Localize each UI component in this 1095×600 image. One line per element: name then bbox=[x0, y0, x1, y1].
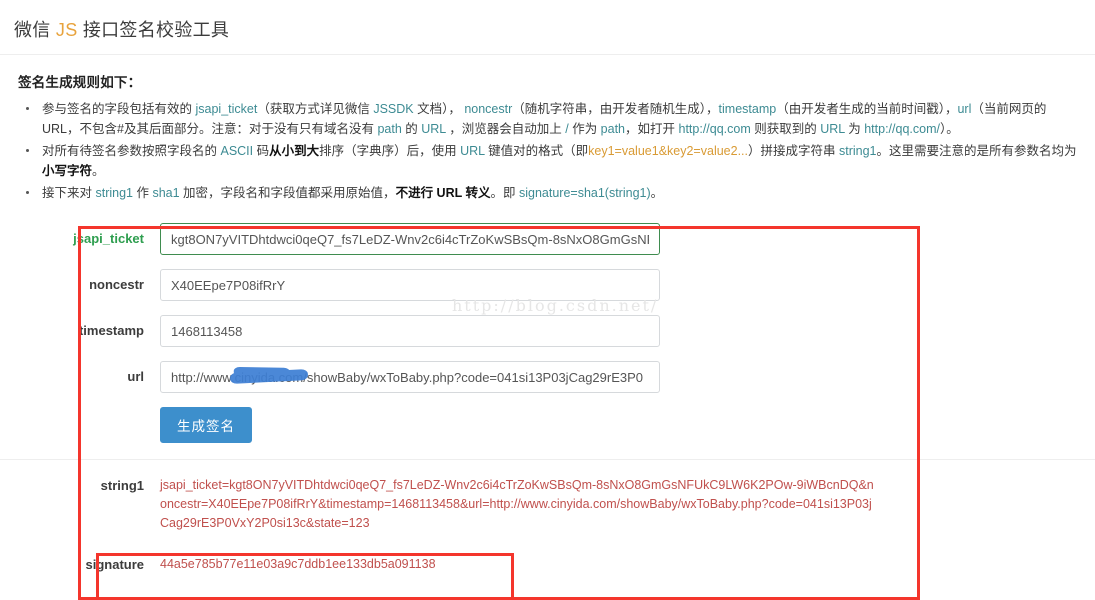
page-title-suffix: 接口签名校验工具 bbox=[77, 20, 230, 40]
string1-row: string1 jsapi_ticket=kgt8ON7yVITDhtdwci0… bbox=[0, 476, 1095, 533]
rule-text-segment: path bbox=[600, 122, 626, 136]
rule-text-segment: ，浏览器会自动加上 bbox=[445, 122, 566, 136]
rule-text-segment: 加密，字段名和字段值都采用原始值， bbox=[179, 186, 396, 200]
rule-text-segment: jsapi_ticket bbox=[195, 102, 258, 116]
field-wrapper-timestamp bbox=[160, 315, 660, 347]
rule-text-segment: 。这里需要注意的是所有参数名均为 bbox=[876, 144, 1077, 158]
rule-text-segment: 排序（字典序）后，使用 bbox=[319, 144, 461, 158]
rule-text-segment: （获取方式详见微信 bbox=[257, 102, 374, 116]
rule-text-segment: ）。 bbox=[939, 122, 959, 136]
rule-text-segment: （由开发者生成的当前时间戳）， bbox=[776, 102, 958, 116]
rule-text-segment: key1=value1&key2=value2... bbox=[588, 144, 748, 158]
rule-text-segment: URL bbox=[421, 122, 446, 136]
form-row-timestamp: timestamp bbox=[0, 315, 1095, 347]
rule-item: 参与签名的字段包括有效的 jsapi_ticket（获取方式详见微信 JSSDK… bbox=[26, 99, 1083, 139]
rule-text-segment: sha1 bbox=[152, 186, 180, 200]
rule-text-segment: （随机字符串，由开发者随机生成）， bbox=[512, 102, 719, 116]
form-row-jsapi_ticket: jsapi_ticket bbox=[0, 223, 1095, 255]
control-noncestr bbox=[160, 269, 660, 301]
rule-text-segment: ，如打开 bbox=[625, 122, 679, 136]
control-timestamp bbox=[160, 315, 660, 347]
page-header: 微信 JS 接口签名校验工具 bbox=[0, 0, 1095, 55]
rule-text-segment: JSSDK bbox=[373, 102, 414, 116]
submit-control: 生成签名 bbox=[160, 407, 660, 443]
rule-text-segment: 则获取到的 bbox=[750, 122, 821, 136]
field-wrapper-jsapi_ticket bbox=[160, 223, 660, 255]
form-row-noncestr: noncestr bbox=[0, 269, 1095, 301]
rule-text-segment: http://qq.com/ bbox=[864, 122, 940, 136]
rule-text-segment: 码 bbox=[253, 144, 270, 158]
control-jsapi_ticket bbox=[160, 223, 660, 255]
rule-text-segment: http://qq.com bbox=[678, 122, 751, 136]
input-noncestr[interactable] bbox=[160, 269, 660, 301]
string1-label: string1 bbox=[100, 478, 144, 493]
rule-text-segment: 参与签名的字段包括有效的 bbox=[42, 102, 196, 116]
label-noncestr: noncestr bbox=[89, 277, 144, 292]
input-url[interactable] bbox=[160, 361, 660, 393]
string1-value: jsapi_ticket=kgt8ON7yVITDhtdwci0qeQ7_fs7… bbox=[160, 478, 874, 530]
form-row-url: url bbox=[0, 361, 1095, 393]
rule-text-segment: 。 bbox=[650, 186, 664, 200]
label-url: url bbox=[127, 369, 144, 384]
rule-text-segment: 键值对的格式（即 bbox=[484, 144, 589, 158]
rule-text-segment: 作 bbox=[133, 186, 153, 200]
signature-row: signature 44a5e785b77e11e03a9c7ddb1ee133… bbox=[0, 555, 1095, 574]
submit-row: 生成签名 bbox=[0, 407, 1095, 443]
rule-text-segment: URL bbox=[820, 122, 845, 136]
rule-text-segment: URL bbox=[460, 144, 485, 158]
page-title: 微信 JS 接口签名校验工具 bbox=[14, 18, 1095, 42]
rule-text-segment: 为 bbox=[844, 122, 865, 136]
rule-text-segment: 的 bbox=[401, 122, 422, 136]
label-jsapi_ticket: jsapi_ticket bbox=[73, 231, 144, 246]
rule-text-segment: 从小到大 bbox=[269, 144, 320, 158]
rule-text-segment: noncestr bbox=[464, 102, 513, 116]
rule-item: 对所有待签名参数按照字段名的 ASCII 码从小到大排序（字典序）后，使用 UR… bbox=[26, 141, 1083, 181]
label-timestamp: timestamp bbox=[78, 323, 144, 338]
field-wrapper-noncestr bbox=[160, 269, 660, 301]
rule-text-segment: 不进行 URL 转义 bbox=[395, 186, 491, 200]
rule-text-segment: 文档）， bbox=[413, 102, 465, 116]
rule-text-segment: 对所有待签名参数按照字段名的 bbox=[42, 144, 221, 158]
rule-text-segment: path bbox=[377, 122, 402, 136]
rule-text-segment: string1 bbox=[838, 144, 877, 158]
rule-text-segment: 小写字符 bbox=[42, 164, 93, 178]
section-divider bbox=[0, 459, 1095, 460]
page-title-accent: JS bbox=[55, 20, 78, 40]
rule-text-segment: 。即 bbox=[490, 186, 519, 200]
rule-text-segment: 接下来对 bbox=[42, 186, 96, 200]
rules-list: 参与签名的字段包括有效的 jsapi_ticket（获取方式详见微信 JSSDK… bbox=[0, 99, 1095, 203]
input-jsapi_ticket[interactable] bbox=[160, 223, 660, 255]
rule-item: 接下来对 string1 作 sha1 加密，字段名和字段值都采用原始值，不进行… bbox=[26, 183, 1083, 203]
generate-signature-button[interactable]: 生成签名 bbox=[160, 407, 252, 443]
rule-text-segment: string1 bbox=[95, 186, 134, 200]
field-wrapper-url bbox=[160, 361, 660, 393]
rule-text-segment: 作为 bbox=[568, 122, 601, 136]
signature-form: jsapi_ticket noncestr timestamp url 生成签名 st… bbox=[0, 223, 1095, 574]
control-url bbox=[160, 361, 660, 393]
rule-text-segment: ）拼接成字符串 bbox=[748, 144, 839, 158]
signature-value: 44a5e785b77e11e03a9c7ddb1ee133db5a091138 bbox=[160, 557, 436, 571]
input-timestamp[interactable] bbox=[160, 315, 660, 347]
rule-text-segment: 。 bbox=[92, 164, 105, 178]
rules-heading: 签名生成规则如下： bbox=[18, 75, 142, 90]
rule-text-segment: signature=sha1(string1) bbox=[518, 186, 651, 200]
rule-text-segment: timestamp bbox=[718, 102, 777, 116]
rule-text-segment: url bbox=[957, 102, 972, 116]
page-title-prefix: 微信 bbox=[14, 20, 56, 40]
rule-text-segment: ASCII bbox=[220, 144, 254, 158]
signature-label: signature bbox=[85, 557, 144, 572]
